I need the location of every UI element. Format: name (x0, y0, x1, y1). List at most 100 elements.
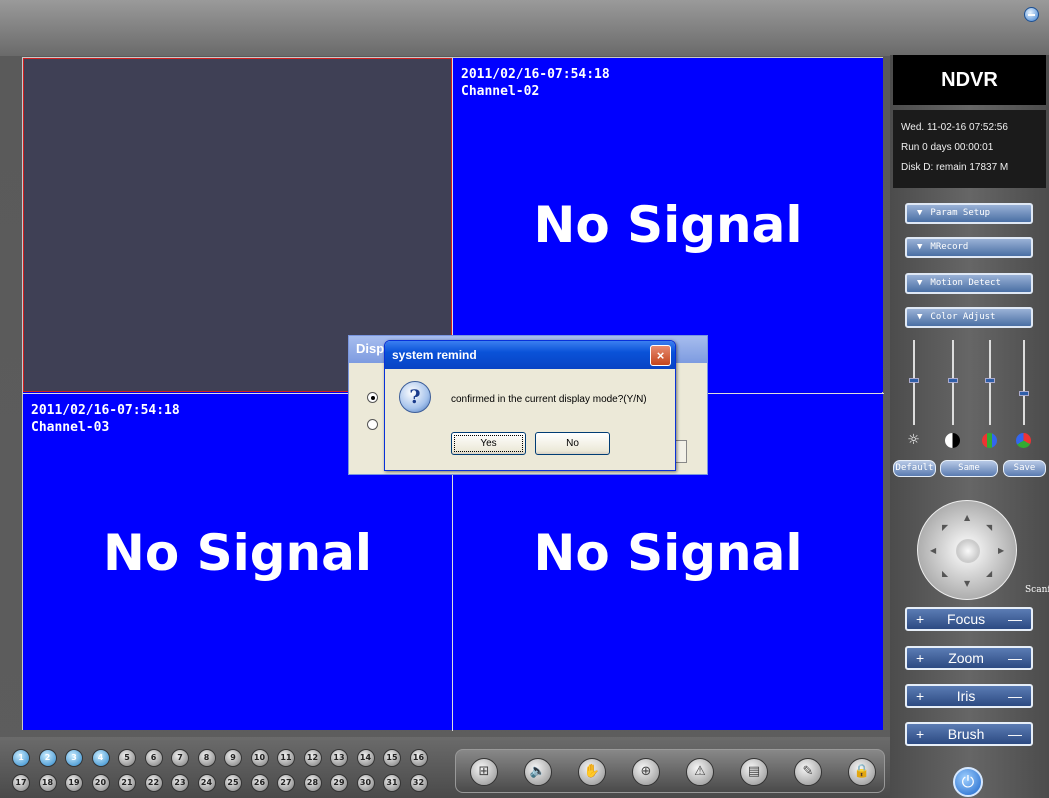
channel-button[interactable]: 18 (38, 774, 57, 792)
scan-label[interactable]: Scanf (1025, 585, 1049, 595)
channel-button[interactable]: 17 (12, 774, 30, 792)
cell-timestamp: 2011/02/16-07:54:18 (31, 403, 180, 418)
focus-plus-button[interactable]: + (916, 611, 924, 627)
system-remind-dialog: system remind × ? confirmed in the curre… (384, 340, 676, 471)
alarm-icon[interactable]: ⚠ (686, 758, 714, 786)
channel-button[interactable]: 28 (303, 774, 322, 792)
slider-knob[interactable] (948, 378, 958, 384)
channel-button[interactable]: 26 (250, 774, 269, 792)
globe-icon[interactable]: ⊕ (632, 758, 660, 786)
channel-button[interactable]: 21 (118, 774, 136, 792)
record-icon[interactable]: ▤ (740, 758, 768, 786)
default-button[interactable]: Default (893, 460, 936, 477)
speaker-icon[interactable]: 🔈 (524, 758, 552, 786)
channel-button[interactable]: 1 (12, 749, 30, 767)
zoom-minus-button[interactable]: — (1008, 650, 1022, 666)
channel-button[interactable]: 24 (197, 774, 216, 792)
contrast-slider[interactable] (948, 340, 958, 425)
triangle-down-icon: ▼ (917, 312, 923, 322)
arrow-up-icon[interactable]: ▲ (964, 513, 970, 522)
arrow-right-icon[interactable]: ▶ (998, 546, 1004, 555)
display-mode-radio-2[interactable] (367, 419, 378, 430)
yes-button[interactable]: Yes (451, 432, 526, 455)
motion-detect-button[interactable]: ▼ Motion Detect (905, 273, 1033, 294)
channel-button[interactable]: 3 (65, 749, 83, 767)
slider-knob[interactable] (909, 378, 919, 384)
channel-button[interactable]: 16 (409, 749, 428, 767)
arrow-down-icon[interactable]: ▼ (964, 579, 970, 588)
arrow-upleft-icon[interactable]: ◤ (942, 523, 948, 532)
zoom-plus-button[interactable]: + (916, 650, 924, 666)
channel-button[interactable]: 9 (224, 749, 242, 767)
zoom-control: + Zoom — (905, 646, 1033, 670)
brush-minus-button[interactable]: — (1008, 726, 1022, 742)
channel-button[interactable]: 30 (356, 774, 375, 792)
channel-button[interactable]: 6 (144, 749, 163, 767)
channel-button[interactable]: 14 (356, 749, 375, 767)
channel-button[interactable]: 29 (330, 774, 348, 792)
saturation-slider[interactable] (985, 340, 995, 425)
close-icon[interactable]: × (650, 345, 671, 366)
iris-minus-button[interactable]: — (1008, 688, 1022, 704)
save-button[interactable]: Save (1003, 460, 1046, 477)
channel-button[interactable]: 8 (197, 749, 216, 767)
focus-label: Focus (947, 611, 986, 627)
arrow-upright-icon[interactable]: ◥ (986, 523, 992, 532)
channel-button[interactable]: 20 (91, 774, 110, 792)
pen-icon[interactable]: ✎ (794, 758, 822, 786)
arrow-downleft-icon[interactable]: ◣ (942, 569, 948, 578)
brightness-slider[interactable] (909, 340, 919, 425)
channel-button[interactable]: 12 (303, 749, 322, 767)
iris-plus-button[interactable]: + (916, 688, 924, 704)
focus-minus-button[interactable]: — (1008, 611, 1022, 627)
lock-icon[interactable]: 🔒 (848, 758, 876, 786)
brand-logo: NDVR (893, 55, 1046, 105)
slider-knob[interactable] (985, 378, 995, 384)
channel-button[interactable]: 31 (383, 774, 401, 792)
layout-icon[interactable]: ⊞ (470, 758, 498, 786)
no-signal-text: No Signal (533, 524, 803, 582)
slider-knob[interactable] (1019, 391, 1029, 396)
arrow-left-icon[interactable]: ◀ (930, 546, 936, 555)
power-icon[interactable]: ⏻ (953, 767, 983, 797)
cell-channel: Channel-02 (461, 84, 540, 99)
brush-plus-button[interactable]: + (916, 726, 924, 742)
hand-icon[interactable]: ✋ (578, 758, 606, 786)
channel-button[interactable]: 15 (383, 749, 401, 767)
channel-button[interactable]: 7 (171, 749, 189, 767)
mrecord-button[interactable]: ▼ MRecord (905, 237, 1033, 258)
brush-label: Brush (947, 726, 985, 742)
display-mode-radio-1[interactable] (367, 392, 378, 403)
channel-button[interactable]: 2 (38, 749, 57, 767)
channel-button[interactable]: 10 (250, 749, 269, 767)
channel-button[interactable]: 22 (144, 774, 163, 792)
channel-button[interactable]: 11 (277, 749, 295, 767)
color-adjust-button[interactable]: ▼ Color Adjust (905, 307, 1033, 328)
channel-button[interactable]: 32 (409, 774, 428, 792)
contrast-icon (945, 433, 960, 448)
channel-button[interactable]: 23 (171, 774, 189, 792)
hue-icon (1016, 433, 1031, 448)
focus-control: + Focus — (905, 607, 1033, 631)
status-date: Wed. 11-02-16 07:52:56 (901, 122, 1008, 133)
bottom-bar: 1 2 3 4 5 6 7 8 9 10 11 12 13 14 15 16 17 18 19 20 21 22 23 24… (0, 737, 890, 798)
same-button[interactable]: Same (940, 460, 998, 477)
channel-button[interactable]: 13 (330, 749, 348, 767)
channel-button[interactable]: 25 (224, 774, 242, 792)
channel-button[interactable]: 5 (118, 749, 136, 767)
arrow-downright-icon[interactable]: ◢ (986, 569, 992, 578)
no-button[interactable]: No (535, 432, 610, 455)
channel-button[interactable]: 4 (91, 749, 110, 767)
cell-timestamp: 2011/02/16-07:54:18 (461, 67, 610, 82)
triangle-down-icon: ▼ (917, 208, 923, 218)
top-bar (0, 0, 1049, 56)
hue-slider[interactable] (1019, 340, 1029, 425)
param-setup-button[interactable]: ▼ Param Setup (905, 203, 1033, 224)
channel-button[interactable]: 19 (65, 774, 83, 792)
channel-button[interactable]: 27 (277, 774, 295, 792)
ptz-center-button[interactable] (956, 539, 980, 563)
cell-channel: Channel-03 (31, 420, 110, 435)
ptz-control[interactable]: ▲ ▼ ◀ ▶ ◤ ◥ ◣ ◢ (917, 500, 1017, 600)
brush-control: + Brush — (905, 722, 1033, 746)
minimize-icon[interactable] (1024, 7, 1039, 22)
